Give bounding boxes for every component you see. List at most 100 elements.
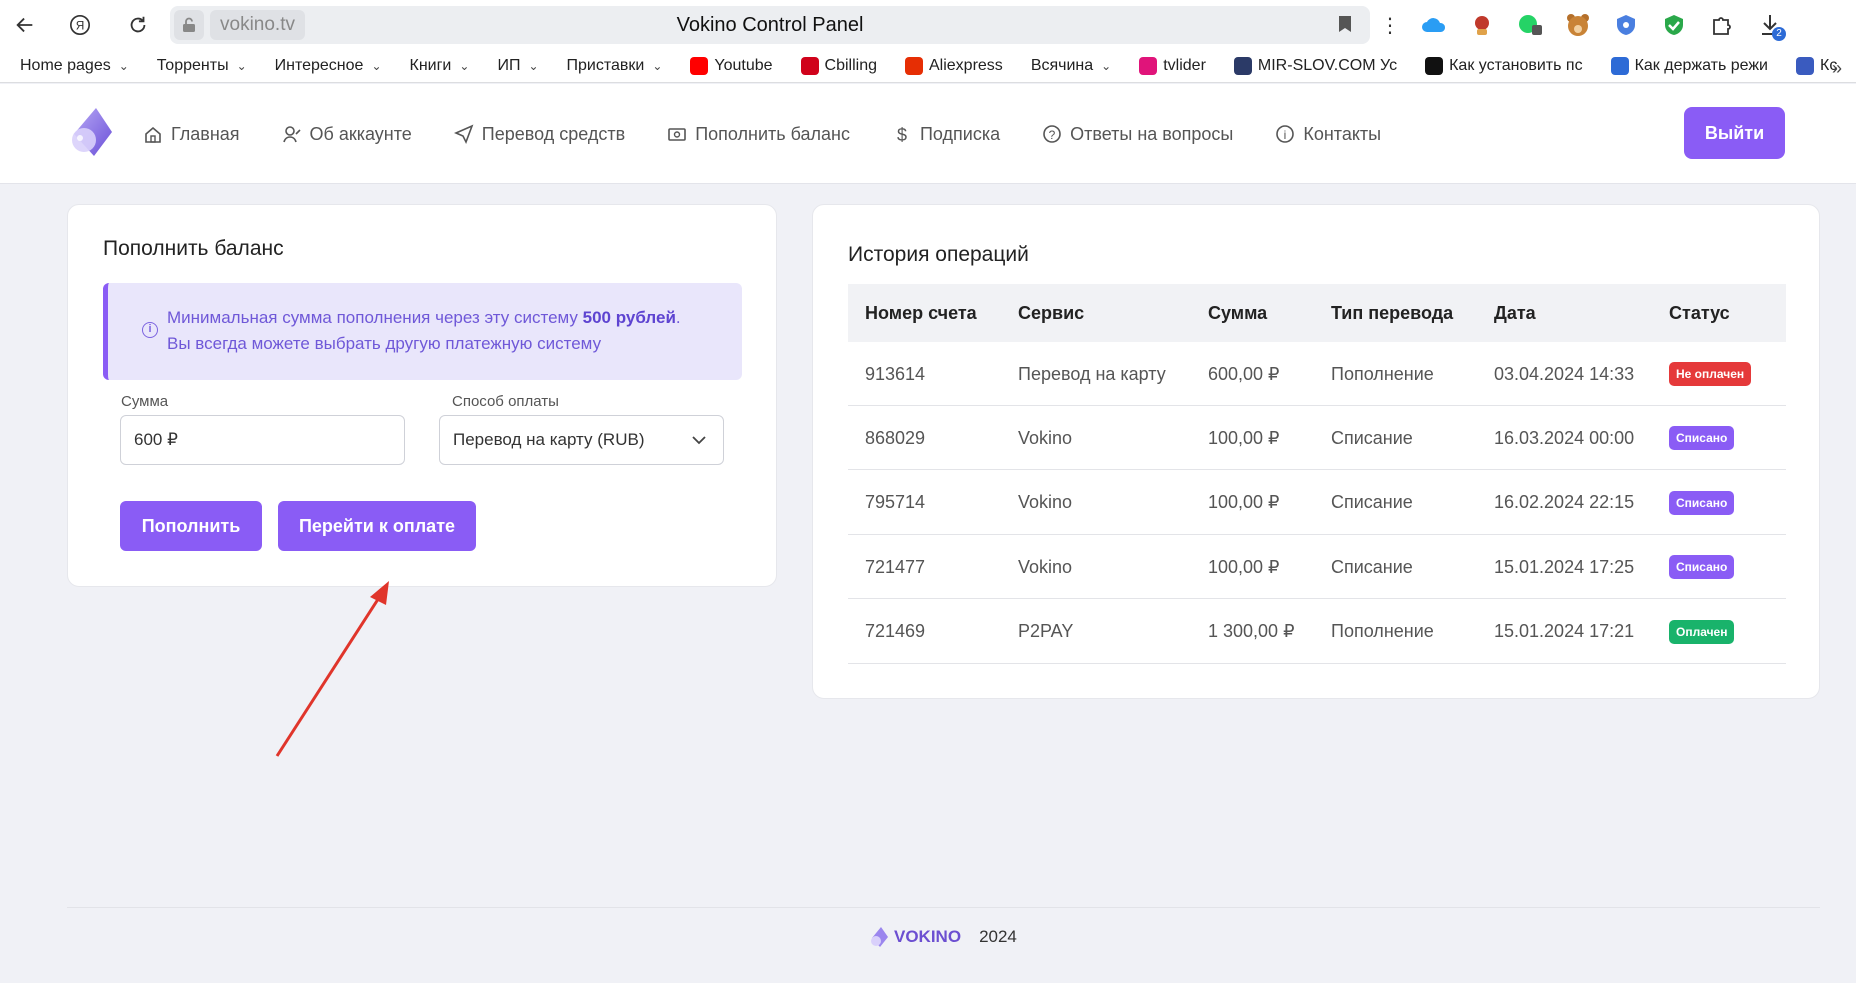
table-row: 795714 Vokino 100,00 ₽ Списание 16.02.2024 2… (848, 471, 1786, 535)
chevron-down-icon: ⌄ (371, 59, 382, 73)
status-badge: Оплачен (1669, 619, 1735, 644)
bookmark-label: Youtube (714, 57, 773, 74)
bookmark-label: ИП (497, 57, 521, 74)
bookmark-item[interactable]: Приставки ⌄ (567, 57, 663, 75)
bookmark-item[interactable]: Youtube (690, 57, 773, 75)
bookmark-item[interactable]: Торренты ⌄ (157, 57, 247, 75)
send-icon (453, 124, 474, 144)
table-cell-id: 868029 (865, 427, 926, 448)
status-badge: Списано (1669, 555, 1735, 580)
table-cell-amount: 100,00 ₽ (1208, 492, 1280, 513)
svg-text:$: $ (897, 125, 907, 144)
svg-text:Я: Я (76, 19, 85, 33)
table-row: 913614 Перевод на карту 600,00 ₽ Пополнение… (848, 342, 1786, 406)
nav-item-label: Контакты (1303, 123, 1382, 144)
bookmark-item[interactable]: Как держать режи (1610, 57, 1768, 75)
column-header: Сервис (1018, 302, 1085, 323)
alert-line1-suffix: . (675, 308, 681, 327)
table-cell-id: 913614 (865, 363, 926, 384)
bookmark-item[interactable]: Книги ⌄ (410, 57, 470, 75)
bookmark-item[interactable]: Как установить пс (1425, 57, 1583, 75)
alert-min-amount: 500 рублей (582, 308, 676, 327)
bookmark-item[interactable]: ИП ⌄ (497, 57, 538, 75)
table-cell-service: P2PAY (1018, 621, 1074, 642)
topup-card: Пополнить баланс i Минимальная сумма поп… (67, 204, 777, 587)
site-header: Главная Об аккаунте Перевод средств Пополни… (0, 84, 1856, 184)
status-badge: Списано (1669, 426, 1735, 451)
bookmarks-bar: Home pages ⌄ Торренты ⌄ Интересное ⌄ Книги ⌄ ИП ⌄… (0, 50, 1856, 83)
column-header: Сумма (1208, 302, 1268, 323)
table-cell-date: 16.03.2024 00:00 (1494, 427, 1635, 448)
topup-button[interactable]: Пополнить (120, 501, 262, 551)
footer-year: 2024 (979, 927, 1017, 946)
nav-item[interactable]: Пополнить баланс (667, 124, 850, 145)
downloads-icon[interactable]: 2 (1746, 5, 1794, 45)
history-title: История операций (848, 243, 1029, 266)
bookmark-item[interactable]: Aliexpress (905, 57, 1003, 75)
nav-item[interactable]: i Контакты (1275, 124, 1381, 145)
table-cell-date: 16.02.2024 22:15 (1494, 492, 1635, 513)
amount-input[interactable]: 600 ₽ (120, 415, 405, 465)
payment-method-value: Перевод на карту (RUB) (453, 430, 645, 449)
check-shield-extension-icon[interactable] (1650, 5, 1698, 45)
table-cell-type: Пополнение (1331, 621, 1434, 642)
whatsapp-extension-icon[interactable] (1506, 5, 1554, 45)
bookmark-label: Home pages (20, 57, 111, 74)
status-badge: Списано (1669, 490, 1735, 515)
bookmark-item[interactable]: Cbilling (800, 57, 877, 75)
alert-text: Минимальная сумма пополнения через эту с… (167, 305, 681, 357)
bookmark-label: MIR-SLOV.COM Ус (1257, 57, 1398, 74)
menu-dots-icon[interactable]: ⋮ (1370, 5, 1410, 45)
bookmark-item[interactable]: Всячина ⌄ (1031, 57, 1111, 75)
vokino-logo-icon[interactable] (66, 104, 116, 160)
table-cell-type: Списание (1331, 492, 1413, 513)
nav-item[interactable]: $ Подписка (892, 124, 1000, 145)
table-cell-amount: 100,00 ₽ (1208, 556, 1280, 577)
cash-icon (668, 128, 686, 141)
nav-item[interactable]: Перевод средств (453, 123, 626, 145)
bookmark-item[interactable]: tvlider (1139, 57, 1206, 75)
logout-button[interactable]: Выйти (1684, 107, 1785, 159)
bookmark-label: Книги (409, 57, 452, 74)
cloud-extension-icon[interactable] (1410, 5, 1458, 45)
bookmark-item[interactable]: Интересное ⌄ (275, 57, 382, 75)
puzzle-extension-icon[interactable] (1698, 5, 1746, 45)
footer: VOKINO 2024 (868, 925, 1017, 949)
nav-item-label: Перевод средств (481, 123, 626, 144)
domain-label[interactable]: vokino.tv (210, 10, 305, 40)
site-lock-icon[interactable] (174, 10, 204, 40)
table-row: 868029 Vokino 100,00 ₽ Списание 16.03.2024 0… (848, 406, 1786, 471)
character-extension-icon[interactable] (1458, 5, 1506, 45)
more-bookmarks-chevron-icon[interactable]: » (1832, 58, 1842, 79)
tab-title: Vokino Control Panel (676, 13, 864, 36)
nav-item-label: Об аккаунте (309, 123, 412, 144)
arrow-left-icon (16, 17, 33, 33)
reload-button[interactable] (118, 5, 158, 45)
nav-item-label: Пополнить баланс (695, 123, 850, 144)
question-icon: ? (1043, 125, 1061, 143)
shield-extension-icon[interactable] (1602, 5, 1650, 45)
go-to-payment-button[interactable]: Перейти к оплате (278, 501, 476, 551)
table-cell-id: 721477 (865, 556, 926, 577)
status-badge: Не оплачен (1669, 362, 1752, 386)
reload-icon (130, 16, 146, 33)
column-header: Дата (1494, 302, 1536, 323)
nav-item-label: Ответы на вопросы (1070, 123, 1234, 144)
nav-item[interactable]: ? Ответы на вопросы (1042, 124, 1233, 145)
payment-method-select[interactable]: Перевод на карту (RUB) (439, 415, 724, 465)
footer-brand: VOKINO (894, 927, 962, 946)
amount-label: Сумма (121, 393, 169, 410)
address-bar[interactable]: vokino.tv Vokino Control Panel (170, 6, 1370, 44)
nav-item[interactable]: Об аккаунте (282, 124, 412, 145)
bear-extension-icon[interactable] (1554, 5, 1602, 45)
bookmark-item[interactable]: Home pages ⌄ (20, 57, 129, 75)
nav-item[interactable]: Главная (143, 124, 240, 145)
table-cell-id: 721469 (865, 621, 926, 642)
bookmark-icon[interactable] (1338, 15, 1352, 33)
ip-icon (1610, 57, 1629, 75)
yandex-button[interactable]: Я (60, 5, 100, 45)
bookmark-item[interactable]: MIR-SLOV.COM Ус (1233, 57, 1398, 75)
back-button[interactable] (5, 5, 45, 45)
table-cell-amount: 100,00 ₽ (1208, 427, 1280, 448)
info-icon: i (1276, 125, 1295, 143)
